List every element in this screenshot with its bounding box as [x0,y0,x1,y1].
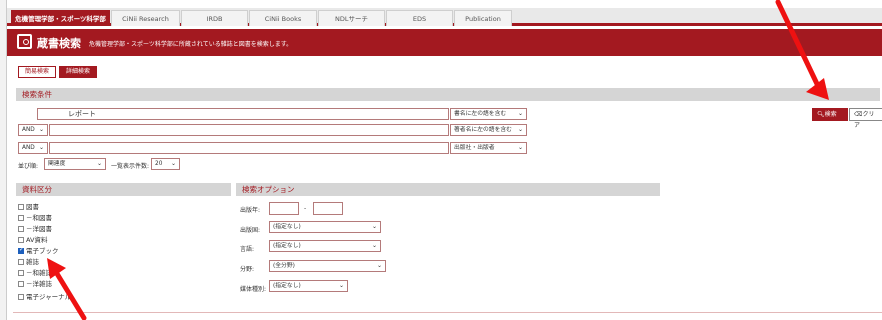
material-item-label: －和図書 [26,214,52,222]
search-button-label: 検索 [824,111,837,118]
chevron-down-icon: ⌄ [338,282,344,289]
clear-button[interactable]: ⌫クリア [849,108,882,129]
keyword-input-2[interactable] [49,124,449,136]
checkbox-checked[interactable] [18,246,24,254]
count-select-value: 20 [155,161,163,167]
tab-faculty-opac[interactable]: 危機管理学部・スポーツ科学部 [11,10,110,26]
year-label: 出版年: [240,207,261,214]
material-item-label: －洋雑誌 [26,280,52,288]
search-icon: 🔍︎ [817,111,825,118]
country-select-value: (指定なし) [273,224,301,230]
material-item-ejournal[interactable]: 電子ジャーナル [18,291,71,301]
chevron-down-icon: ⌄ [517,110,523,117]
material-item-jp-books[interactable]: －和図書 [18,212,52,222]
media-select[interactable]: (指定なし) ⌄ [269,280,348,292]
opac-page: 危機管理学部・スポーツ科学部 CiNii Research IRDB CiNii… [6,0,882,320]
tab-cinii-books[interactable]: CiNii Books [249,10,317,26]
material-item-foreign-books[interactable]: －洋図書 [18,223,52,233]
material-item-label: 雑誌 [26,258,39,266]
material-item-label: 図書 [26,203,39,211]
divider [13,312,882,313]
checkbox[interactable] [18,281,24,287]
checkbox[interactable] [18,215,24,221]
field-select-3-value: 出版社・出版者 [454,145,495,151]
search-button[interactable]: 🔍︎検索 [812,108,848,121]
year-separator: - [304,205,307,212]
count-select[interactable]: 20 ⌄ [151,158,180,170]
field-select-1-value: 書名に左の語を含む [454,111,507,117]
material-item-label: 電子ジャーナル [26,293,72,301]
field-select-2[interactable]: 著者名に左の語を含む ⌄ [450,124,527,136]
field-select[interactable]: (全分野) ⌄ [269,260,386,272]
page-subtitle: 危機管理学部・スポーツ科学部に所蔵されている雑誌と図書を検索します。 [89,41,293,48]
chevron-down-icon: ⌄ [38,144,44,151]
sort-select-value: 関連度 [48,161,66,167]
material-item-jp-journal[interactable]: －和雑誌 [18,267,52,277]
bool-select-2[interactable]: AND ⌄ [18,124,48,136]
material-item-av[interactable]: AV資料 [18,234,47,244]
material-header: 資料区分 [16,183,231,196]
material-item-label: 電子ブック [26,247,59,255]
year-from-input[interactable] [269,202,299,215]
count-label: 一覧表示件数: [111,163,150,170]
checkbox[interactable] [18,259,24,265]
country-select[interactable]: (指定なし) ⌄ [269,221,381,233]
material-item-label: －和雑誌 [26,269,52,277]
checkbox[interactable] [18,270,24,276]
keyword-input-3[interactable] [49,142,449,154]
database-tabs: 危機管理学部・スポーツ科学部 CiNii Research IRDB CiNii… [7,8,882,39]
advanced-search-button[interactable]: 詳細検索 [59,66,98,78]
year-to-input[interactable] [313,202,343,215]
bool-select-3[interactable]: AND ⌄ [18,142,48,154]
conditions-header: 検索条件 [16,88,880,101]
sort-select[interactable]: 関連度 ⌄ [44,158,106,170]
tab-cinii-research[interactable]: CiNii Research [111,10,180,26]
chevron-down-icon: ⌄ [517,144,523,151]
language-label: 言語: [240,246,255,253]
book-search-icon [17,34,32,49]
simple-search-button[interactable]: 簡易検索 [18,66,57,78]
chevron-down-icon: ⌄ [376,262,382,269]
bool-select-2-value: AND [22,127,35,133]
chevron-down-icon: ⌄ [517,126,523,133]
material-item-ebook[interactable]: 電子ブック [18,245,59,255]
sort-label: 並び順: [18,163,39,170]
bool-select-3-value: AND [22,145,35,151]
field-select-3[interactable]: 出版社・出版者 ⌄ [450,142,527,154]
tab-ndl-search[interactable]: NDLサーチ [318,10,385,26]
tab-irdb[interactable]: IRDB [181,10,248,26]
checkbox[interactable] [18,226,24,232]
checkbox[interactable] [18,237,24,243]
field-select-2-value: 著者名に左の語を含む [454,127,512,133]
page-title: 蔵書検索 [37,37,81,50]
field-select-value: (全分野) [273,263,295,269]
media-select-value: (指定なし) [273,283,301,289]
keyword-input-1[interactable]: レポート [37,108,449,120]
page-header: 蔵書検索 危機管理学部・スポーツ科学部に所蔵されている雑誌と図書を検索します。 [7,29,882,56]
tab-publication-finder[interactable]: Publication Finder [454,10,512,39]
material-item-label: AV資料 [26,236,48,244]
chevron-down-icon: ⌄ [96,160,102,167]
language-select-value: (指定なし) [273,243,301,249]
chevron-down-icon: ⌄ [371,223,377,230]
field-select-1[interactable]: 書名に左の語を含む ⌄ [450,108,527,120]
chevron-down-icon: ⌄ [371,242,377,249]
field-label: 分野: [240,266,255,273]
chevron-down-icon: ⌄ [38,126,44,133]
material-item-books[interactable]: 図書 [18,201,39,211]
tab-eds[interactable]: EDS [386,10,453,26]
checkbox[interactable] [18,204,24,210]
chevron-down-icon: ⌄ [170,160,176,167]
material-item-foreign-journal[interactable]: －洋雑誌 [18,278,52,288]
material-item-journal[interactable]: 雑誌 [18,256,39,266]
options-header: 検索オプション [236,183,660,196]
material-item-label: －洋図書 [26,225,52,233]
country-label: 出版国: [240,227,261,234]
language-select[interactable]: (指定なし) ⌄ [269,240,381,252]
media-label: 媒体種別: [240,286,267,293]
checkbox[interactable] [18,294,24,300]
